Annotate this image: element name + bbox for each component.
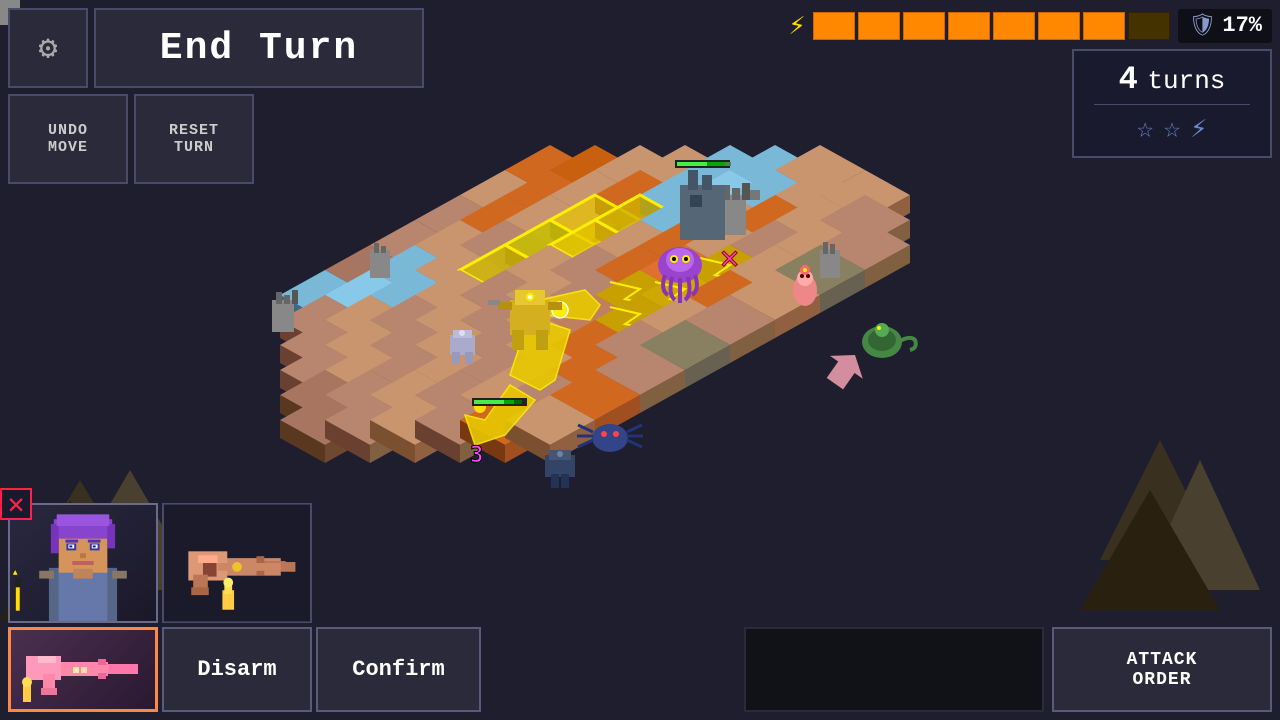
energy-bar-row: ⚡ 🛡 17% <box>789 8 1272 43</box>
settings-icon: ⚙ <box>38 28 57 68</box>
svg-text:▲: ▲ <box>13 568 18 577</box>
energy-segment-3 <box>903 12 945 40</box>
lightning-icon: ⚡ <box>1190 111 1207 146</box>
character-portrait: ▲ <box>8 503 158 623</box>
energy-segment-5 <box>993 12 1035 40</box>
info-box <box>744 627 1044 712</box>
weapon-svg <box>164 503 310 623</box>
turns-count: 4 <box>1119 61 1138 98</box>
star-icon-1: ☆ <box>1137 111 1154 146</box>
character-row: ▲ <box>8 503 481 623</box>
energy-segment-8 <box>1128 12 1170 40</box>
shield-percent: 17% <box>1222 13 1262 38</box>
end-turn-button[interactable]: End Turn <box>94 8 424 88</box>
reset-turn-label: RESETTURN <box>169 122 219 156</box>
top-row: ⚙ End Turn <box>8 8 424 88</box>
settings-button[interactable]: ⚙ <box>8 8 88 88</box>
top-left-controls: ⚙ End Turn UNDOMOVE RESETTURN <box>8 8 424 184</box>
svg-text:✕: ✕ <box>720 238 739 276</box>
svg-text:3: 3 <box>470 443 483 468</box>
disarm-button[interactable]: Disarm <box>162 627 312 712</box>
weapon-box <box>162 503 312 623</box>
undo-move-label: UNDOMOVE <box>48 122 88 156</box>
dismiss-icon: ✕ <box>8 487 25 522</box>
energy-segment-1 <box>813 12 855 40</box>
energy-segment-7 <box>1083 12 1125 40</box>
secondary-buttons-row: UNDOMOVE RESETTURN <box>8 94 424 184</box>
attack-order-button[interactable]: ATTACKORDER <box>1052 627 1272 712</box>
confirm-label: Confirm <box>352 657 444 682</box>
energy-icon: ⚡ <box>789 8 806 43</box>
energy-segment-4 <box>948 12 990 40</box>
reset-turn-button[interactable]: RESETTURN <box>134 94 254 184</box>
star-icon-2: ☆ <box>1164 111 1181 146</box>
turns-divider <box>1094 104 1250 105</box>
dismiss-button[interactable]: ✕ <box>0 488 32 520</box>
turns-label: turns <box>1147 66 1225 96</box>
attack-order-label: ATTACKORDER <box>1127 650 1198 690</box>
confirm-button[interactable]: Confirm <box>316 627 481 712</box>
portrait-svg: ▲ <box>10 503 156 623</box>
disarm-label: Disarm <box>197 657 276 682</box>
energy-segment-2 <box>858 12 900 40</box>
top-right-hud: ⚡ 🛡 17% 4 turns ☆ ☆ ⚡ <box>789 8 1272 158</box>
weapon-action-box[interactable] <box>8 627 158 712</box>
end-turn-label: End Turn <box>160 27 358 70</box>
bottom-left-panel: ✕ <box>8 503 481 712</box>
turns-box: 4 turns ☆ ☆ ⚡ <box>1072 49 1272 158</box>
shield-info: 🛡 17% <box>1178 9 1272 43</box>
energy-segments <box>813 12 1170 40</box>
turns-display: 4 turns <box>1094 61 1250 98</box>
character-section: ✕ <box>8 503 481 623</box>
turns-icons: ☆ ☆ ⚡ <box>1094 111 1250 146</box>
action-row: Disarm Confirm <box>8 627 481 712</box>
undo-move-button[interactable]: UNDOMOVE <box>8 94 128 184</box>
shield-icon: 🛡 <box>1188 13 1216 39</box>
energy-segment-6 <box>1038 12 1080 40</box>
weapon-action-icon <box>18 632 148 707</box>
